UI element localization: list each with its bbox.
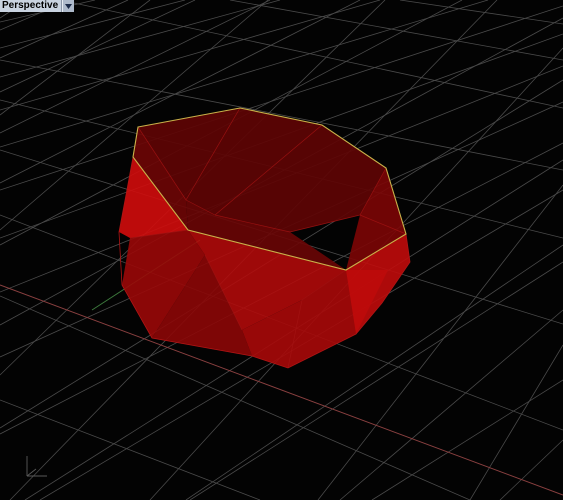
viewport-menu-button[interactable] [62,0,75,12]
viewport-title[interactable]: Perspective [0,0,63,12]
perspective-viewport[interactable]: Perspective [0,0,563,500]
triangle-down-icon [65,3,73,9]
scene-canvas[interactable] [0,0,563,500]
viewport-title-tab[interactable]: Perspective [0,0,75,12]
world-axes-icon [26,456,47,477]
red-polysurface[interactable] [118,107,411,369]
